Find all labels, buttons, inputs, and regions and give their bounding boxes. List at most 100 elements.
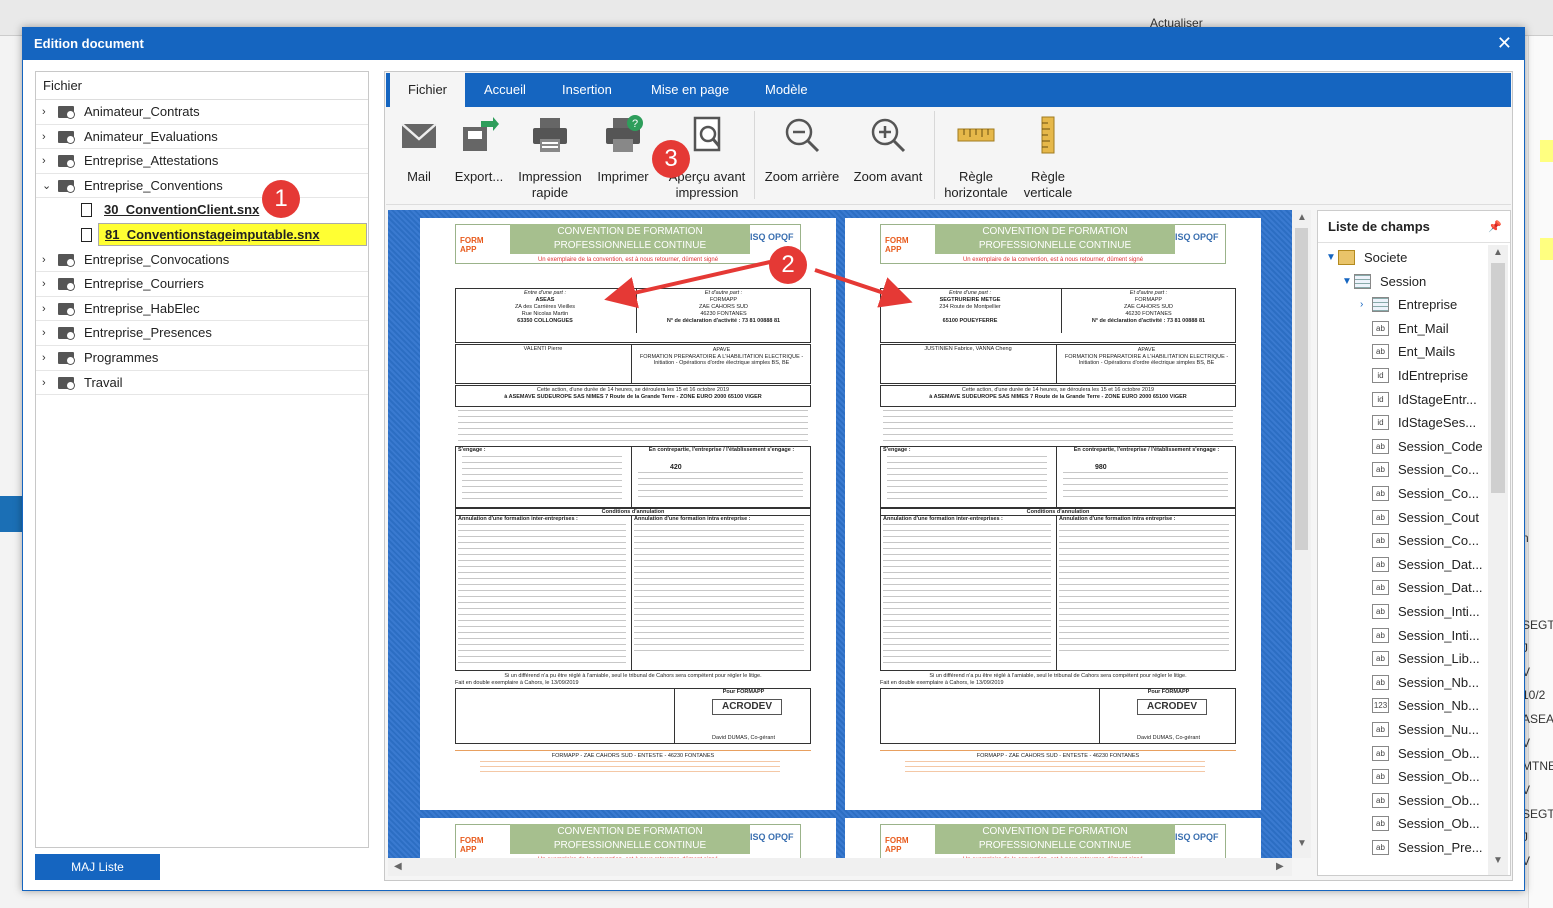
tree-folder-entreprise-courriers[interactable]: › Entreprise_Courriers	[36, 272, 368, 297]
field-label: Session_Co...	[1398, 486, 1479, 501]
tree-folder-label: Entreprise_Presences	[84, 325, 212, 341]
quick-print-button[interactable]: Impression rapide	[514, 107, 586, 205]
chevron-right-icon[interactable]: ›	[42, 149, 52, 173]
formapp-logo: FORM APP	[885, 836, 909, 854]
dialog-titlebar: Edition document ✕	[23, 28, 1524, 60]
chevron-right-icon[interactable]: ›	[42, 100, 52, 124]
preview-page: CONVENTION DE FORMATION PROFESSIONNELLE C…	[845, 218, 1261, 810]
tree-folder-entreprise-habelec[interactable]: › Entreprise_HabElec	[36, 297, 368, 322]
tree-folder-label: Entreprise_Courriers	[84, 276, 204, 292]
chevron-down-icon[interactable]: ▼	[1342, 270, 1352, 293]
id-field-icon: id	[1372, 368, 1389, 383]
chevron-down-icon[interactable]: ▼	[1326, 246, 1336, 269]
divider	[631, 344, 632, 384]
page-text: à ASEMAVE SUDEUROPE SAS NIMES 7 Route de…	[504, 394, 762, 400]
chevron-right-icon[interactable]: ›	[42, 346, 52, 370]
export-button[interactable]: Export...	[448, 107, 510, 205]
tree-folder-entreprise-presences[interactable]: › Entreprise_Presences	[36, 321, 368, 346]
field-label: Session_Co...	[1398, 462, 1479, 478]
tree-folder-animateur-evaluations[interactable]: › Animateur_Evaluations	[36, 125, 368, 150]
chevron-right-icon[interactable]: ›	[42, 371, 52, 395]
scroll-right-icon[interactable]: ▶	[1276, 861, 1284, 872]
tree-folder-entreprise-conventions[interactable]: ⌄ Entreprise_Conventions	[36, 174, 368, 199]
chevron-right-icon[interactable]: ›	[42, 272, 52, 296]
field-label: Session_Ob...	[1398, 816, 1480, 832]
chevron-right-icon[interactable]: ›	[42, 248, 52, 272]
text-lines	[1059, 524, 1229, 654]
scroll-up-icon[interactable]: ▲	[1493, 247, 1503, 258]
zoom-out-button[interactable]: Zoom arrière	[760, 107, 844, 205]
page-text: Cette action, d'une durée de 14 heures, …	[536, 387, 730, 393]
chevron-right-icon[interactable]: ›	[42, 321, 52, 345]
page-text: Et d'autre part :	[704, 290, 743, 296]
preview-horizontal-scrollbar[interactable]: ◀ ▶	[388, 858, 1292, 876]
tab-fichier[interactable]: Fichier	[390, 73, 466, 107]
page-text: FORMAPP	[709, 297, 738, 303]
field-label: Session_Pre...	[1398, 840, 1483, 855]
text-field-icon: ab	[1372, 486, 1389, 501]
page-text: Rue Nicolas Martin	[521, 311, 569, 317]
field-label: Ent_Mail	[1398, 320, 1449, 336]
page-title-band: CONVENTION DE FORMATION PROFESSIONNELLE C…	[935, 824, 1175, 854]
vertical-ruler-icon	[1041, 116, 1055, 154]
vertical-ruler-button[interactable]: Règle verticale	[1016, 107, 1080, 205]
background-highlight	[1540, 238, 1553, 260]
tree-folder-programmes[interactable]: › Programmes	[36, 346, 368, 371]
tree-folder-label: Programmes	[84, 349, 159, 365]
tree-file-item[interactable]: 81_Conventionstageimputable.snx	[36, 222, 368, 248]
tree-folder-label: Animateur_Evaluations	[84, 128, 218, 144]
tree-folder-entreprise-attestations[interactable]: › Entreprise_Attestations	[36, 149, 368, 174]
zoom-in-button[interactable]: Zoom avant	[848, 107, 928, 205]
document-preview[interactable]: CONVENTION DE FORMATION PROFESSIONNELLE C…	[388, 210, 1292, 858]
divider	[631, 515, 632, 671]
page-text: 65100 POUEYFERRE	[942, 318, 998, 324]
background-left-accent	[0, 496, 22, 532]
acrodev-stamp: ACRODEV	[712, 699, 782, 715]
tree-folder-entreprise-convocations[interactable]: › Entreprise_Convocations	[36, 248, 368, 273]
mail-button[interactable]: Mail	[394, 107, 444, 205]
number-field-icon: 123	[1372, 698, 1389, 714]
tree-file-item[interactable]: 30_ConventionClient.snx	[36, 198, 368, 223]
field-label: Session_Cout	[1398, 509, 1479, 525]
horizontal-ruler-button[interactable]: Règle horizontale	[940, 107, 1012, 205]
tree-file-label: 81_Conventionstageimputable.snx	[98, 222, 367, 246]
background-row-text: ASEA	[1522, 712, 1553, 726]
scroll-down-icon[interactable]: ▼	[1297, 838, 1307, 849]
chevron-right-icon[interactable]: ›	[42, 297, 52, 321]
page-text: Cette action, d'une durée de 14 heures, …	[961, 387, 1155, 393]
scroll-left-icon[interactable]: ◀	[394, 861, 402, 872]
text-field-icon: ab	[1372, 320, 1389, 336]
pin-icon[interactable]: 📌	[1488, 220, 1502, 233]
field-list-scrollbar[interactable]: ▲ ▼	[1488, 245, 1508, 875]
page-text: Annulation d'une formation intra entrepr…	[634, 516, 751, 522]
folder-icon	[58, 376, 75, 390]
scroll-thumb[interactable]	[1491, 263, 1505, 493]
tree-folder-label: Entreprise_HabElec	[84, 300, 200, 316]
ribbon-separator	[934, 111, 935, 199]
preview-vertical-scrollbar[interactable]: ▲ ▼	[1292, 210, 1311, 858]
acrodev-stamp: ACRODEV	[1137, 699, 1207, 715]
tree-folder-travail[interactable]: › Travail	[36, 371, 368, 396]
chevron-right-icon[interactable]: ›	[42, 125, 52, 149]
field-label: IdEntreprise	[1398, 368, 1469, 383]
scroll-down-icon[interactable]: ▼	[1493, 855, 1503, 866]
tab-accueil[interactable]: Accueil	[466, 73, 544, 107]
close-icon[interactable]: ✕	[1497, 33, 1512, 54]
background-right-column	[1528, 36, 1553, 908]
tree-folder-animateur-contrats[interactable]: › Animateur_Contrats	[36, 100, 368, 125]
chevron-down-icon[interactable]: ⌄	[42, 174, 52, 198]
preview-page-next: CONVENTION DE FORMATION PROFESSIONNELLE C…	[420, 818, 836, 858]
update-list-button[interactable]: MAJ Liste	[35, 854, 160, 880]
text-lines	[1063, 472, 1228, 502]
text-field-icon: ab	[1372, 462, 1389, 478]
page-title-2: PROFESSIONNELLE CONTINUE	[553, 840, 707, 851]
tab-modele[interactable]: Modèle	[747, 73, 826, 107]
print-button[interactable]: ? Imprimer	[592, 107, 654, 205]
tab-mise-en-page[interactable]: Mise en page	[633, 73, 747, 107]
chevron-right-icon[interactable]: ›	[1360, 293, 1363, 316]
print-icon: ?	[606, 115, 643, 152]
horizontal-ruler-icon	[957, 128, 995, 142]
scroll-up-icon[interactable]: ▲	[1297, 212, 1307, 223]
scroll-thumb[interactable]	[1295, 228, 1308, 550]
tab-insertion[interactable]: Insertion	[544, 73, 630, 107]
